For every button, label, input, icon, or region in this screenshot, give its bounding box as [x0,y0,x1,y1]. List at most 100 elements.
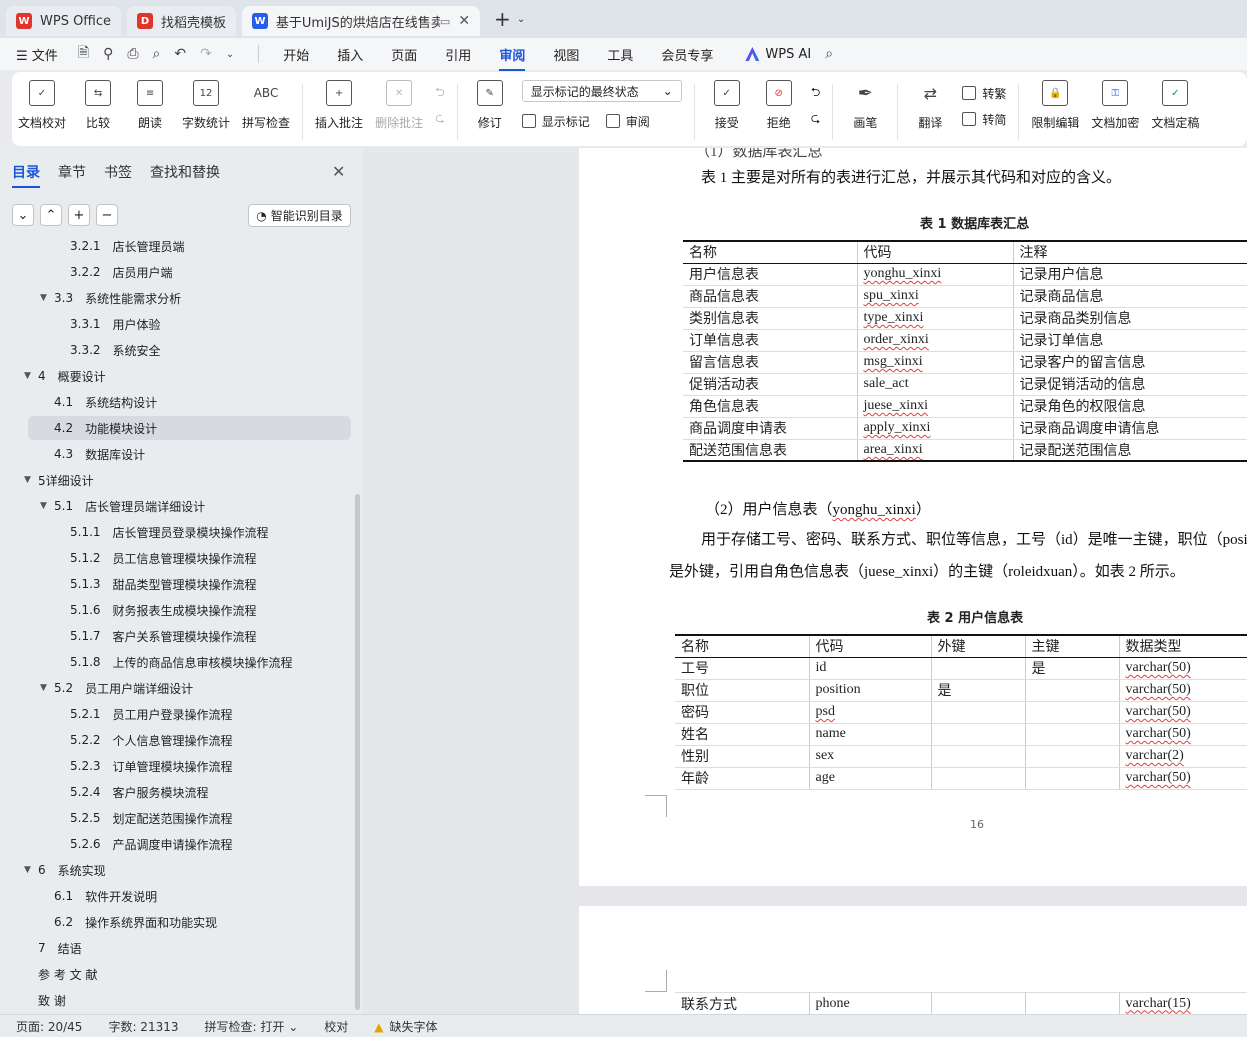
toc-item[interactable]: 致 谢 [24,988,66,1012]
tab-wps-office[interactable]: W WPS Office [6,6,122,36]
menu-home[interactable]: 开始 [283,45,309,64]
spell-check-button[interactable]: ABC 拼写检查 [242,80,290,131]
tab-bookmarks[interactable]: 书签 [104,162,132,182]
toc-item[interactable]: 5.1.8 上传的商品信息审核模块操作流程 [56,650,293,674]
restrict-edit-button[interactable]: 🔒 限制编辑 [1031,80,1079,131]
toc-item[interactable]: 3.2.2 店员用户端 [56,260,173,284]
toc-item[interactable]: ▼ 4 概要设计 [24,364,106,388]
page-indicator[interactable]: 页面: 20/45 [16,1018,82,1035]
caret-down-icon[interactable]: ▼ [24,865,38,875]
translate-button[interactable]: ⇄ 翻译 [910,80,950,131]
smart-toc-button[interactable]: ◔ 智能识别目录 [248,204,351,227]
next-change-icon[interactable]: ⮎ [811,106,821,132]
toc-item[interactable]: 5.2.5 划定配送范围操作流程 [56,806,233,830]
toc-item[interactable]: 6.1 软件开发说明 [40,884,157,908]
toc-item[interactable]: 3.2.1 店长管理员端 [56,236,185,258]
toc-item[interactable]: ▼ 3.3 系统性能需求分析 [40,286,181,310]
reject-button[interactable]: ⊘ 拒绝 [759,80,799,131]
menu-page[interactable]: 页面 [391,45,417,64]
insert-comment-button[interactable]: + 插入批注 [315,80,363,131]
previous-change-icon[interactable]: ⮌ [811,80,821,106]
tab-template[interactable]: D 找稻壳模板 [127,6,237,36]
toc-item[interactable]: 5.1.6 财务报表生成模块操作流程 [56,598,257,622]
save-icon[interactable]: 🗎 [78,42,89,66]
toc-item[interactable]: 3.3.1 用户体验 [56,312,161,336]
pen-button[interactable]: ✒ 画笔 [845,80,885,131]
next-comment-icon[interactable]: ⮎ [435,106,445,132]
tab-chapters[interactable]: 章节 [58,162,86,182]
delete-comment-button[interactable]: ✕ 删除批注 [375,80,423,131]
collapse-up-icon[interactable]: ⌃ [40,204,62,226]
wps-ai-button[interactable]: WPS AI [745,47,811,62]
toc-item[interactable]: 5.1.7 客户关系管理模块操作流程 [56,624,257,648]
toc-item[interactable]: 参 考 文 献 [24,962,97,986]
spell-check-status[interactable]: 拼写检查: 打开 ⌄ [205,1018,299,1035]
tab-find-replace[interactable]: 查找和替换 [150,162,220,182]
toc-item[interactable]: 5.2.1 员工用户登录操作流程 [56,702,233,726]
menu-reference[interactable]: 引用 [445,45,471,64]
word-count-indicator[interactable]: 字数: 21313 [108,1018,178,1035]
toc-item[interactable]: 5.1.1 店长管理员登录模块操作流程 [56,520,269,544]
markup-state-dropdown[interactable]: 显示标记的最终状态 ⌄ [521,80,682,102]
missing-font-status[interactable]: ▲ 缺失字体 [374,1018,437,1035]
toc-item[interactable]: ▼ 5.2 员工用户端详细设计 [40,676,193,700]
tab-toc[interactable]: 目录 [12,162,40,188]
caret-down-icon[interactable]: ▼ [24,371,38,381]
collapse-down-icon[interactable]: ⌄ [12,204,34,226]
toc-item[interactable]: 5.2.6 产品调度申请操作流程 [56,832,233,856]
compare-button[interactable]: ⇆ 比较 [78,80,118,131]
toc-item[interactable]: 4.2 功能模块设计 [28,416,351,440]
print-icon[interactable]: ⎙ [127,46,138,62]
menu-review[interactable]: 审阅 [499,45,526,71]
remove-icon[interactable]: − [96,204,118,226]
finalize-button[interactable]: ✓ 文档定稿 [1151,80,1199,131]
chevron-down-icon[interactable]: ⌄ [226,49,234,60]
undo-icon[interactable]: ↶ [174,46,186,62]
tab-document[interactable]: W 基于UmiJS的烘焙店在线售卖 ▭ ✕ [242,6,481,36]
toc-item[interactable]: ▼ 6 系统实现 [24,858,106,882]
caret-down-icon[interactable]: ▼ [40,293,54,303]
toc-item[interactable]: 3.3.2 系统安全 [56,338,161,362]
caret-down-icon[interactable]: ▼ [24,475,38,485]
toc-item[interactable]: 5.1.2 员工信息管理模块操作流程 [56,546,257,570]
toc-item[interactable]: 5.2.4 客户服务模块流程 [56,780,209,804]
review-pane-button[interactable]: 审阅 [605,108,650,134]
toc-item[interactable]: 6.2 操作系统界面和功能实现 [40,910,217,934]
to-simplified-button[interactable]: 转简 [962,106,1006,132]
print-preview-icon[interactable]: ⌕ [153,46,161,62]
new-tab-icon[interactable]: + [494,7,511,31]
toc-item[interactable]: 5.2.2 个人信息管理操作流程 [56,728,233,752]
accept-button[interactable]: ✓ 接受 [707,80,747,131]
toc-item[interactable]: 5.1.3 甜品类型管理模块操作流程 [56,572,257,596]
encrypt-button[interactable]: ⚿ 文档加密 [1091,80,1139,131]
revise-button[interactable]: ✎ 修订 [470,80,510,131]
toc-item[interactable]: ▼ 5.1 店长管理员端详细设计 [40,494,205,518]
show-markup-button[interactable]: 显示标记 [521,108,590,134]
word-count-button[interactable]: 12 字数统计 [182,80,230,131]
search-icon[interactable]: ⌕ [825,46,833,62]
menu-member[interactable]: 会员专享 [661,45,713,64]
read-aloud-button[interactable]: ≡ 朗读 [130,80,170,131]
scrollbar[interactable] [355,494,360,1010]
toc-item[interactable]: 4.1 系统结构设计 [40,390,157,414]
menu-insert[interactable]: 插入 [337,45,363,64]
add-icon[interactable]: + [68,204,90,226]
close-icon[interactable]: ✕ [332,162,345,181]
toc-item[interactable]: 5.2.3 订单管理模块操作流程 [56,754,233,778]
share-icon[interactable]: ⚲ [103,46,113,62]
previous-comment-icon[interactable]: ⮌ [435,80,445,106]
proofread-button[interactable]: ✓ 文档校对 [18,80,66,131]
to-traditional-button[interactable]: 转繁 [962,80,1006,106]
proof-status[interactable]: 校对 [324,1018,348,1035]
caret-down-icon[interactable]: ▼ [40,683,54,693]
toc-item[interactable]: 7 结语 [24,936,82,960]
toc-item[interactable]: ▼ 5详细设计 [24,468,94,492]
menu-view[interactable]: 视图 [553,45,579,64]
toc-item[interactable]: 4.3 数据库设计 [40,442,145,466]
file-menu[interactable]: ☰ 文件 [16,45,58,64]
caret-down-icon[interactable]: ▼ [40,501,54,511]
chevron-down-icon[interactable]: ⌄ [517,14,525,25]
redo-icon[interactable]: ↷ [200,46,212,62]
close-icon[interactable]: ✕ [458,13,470,29]
menu-tools[interactable]: 工具 [607,45,633,64]
